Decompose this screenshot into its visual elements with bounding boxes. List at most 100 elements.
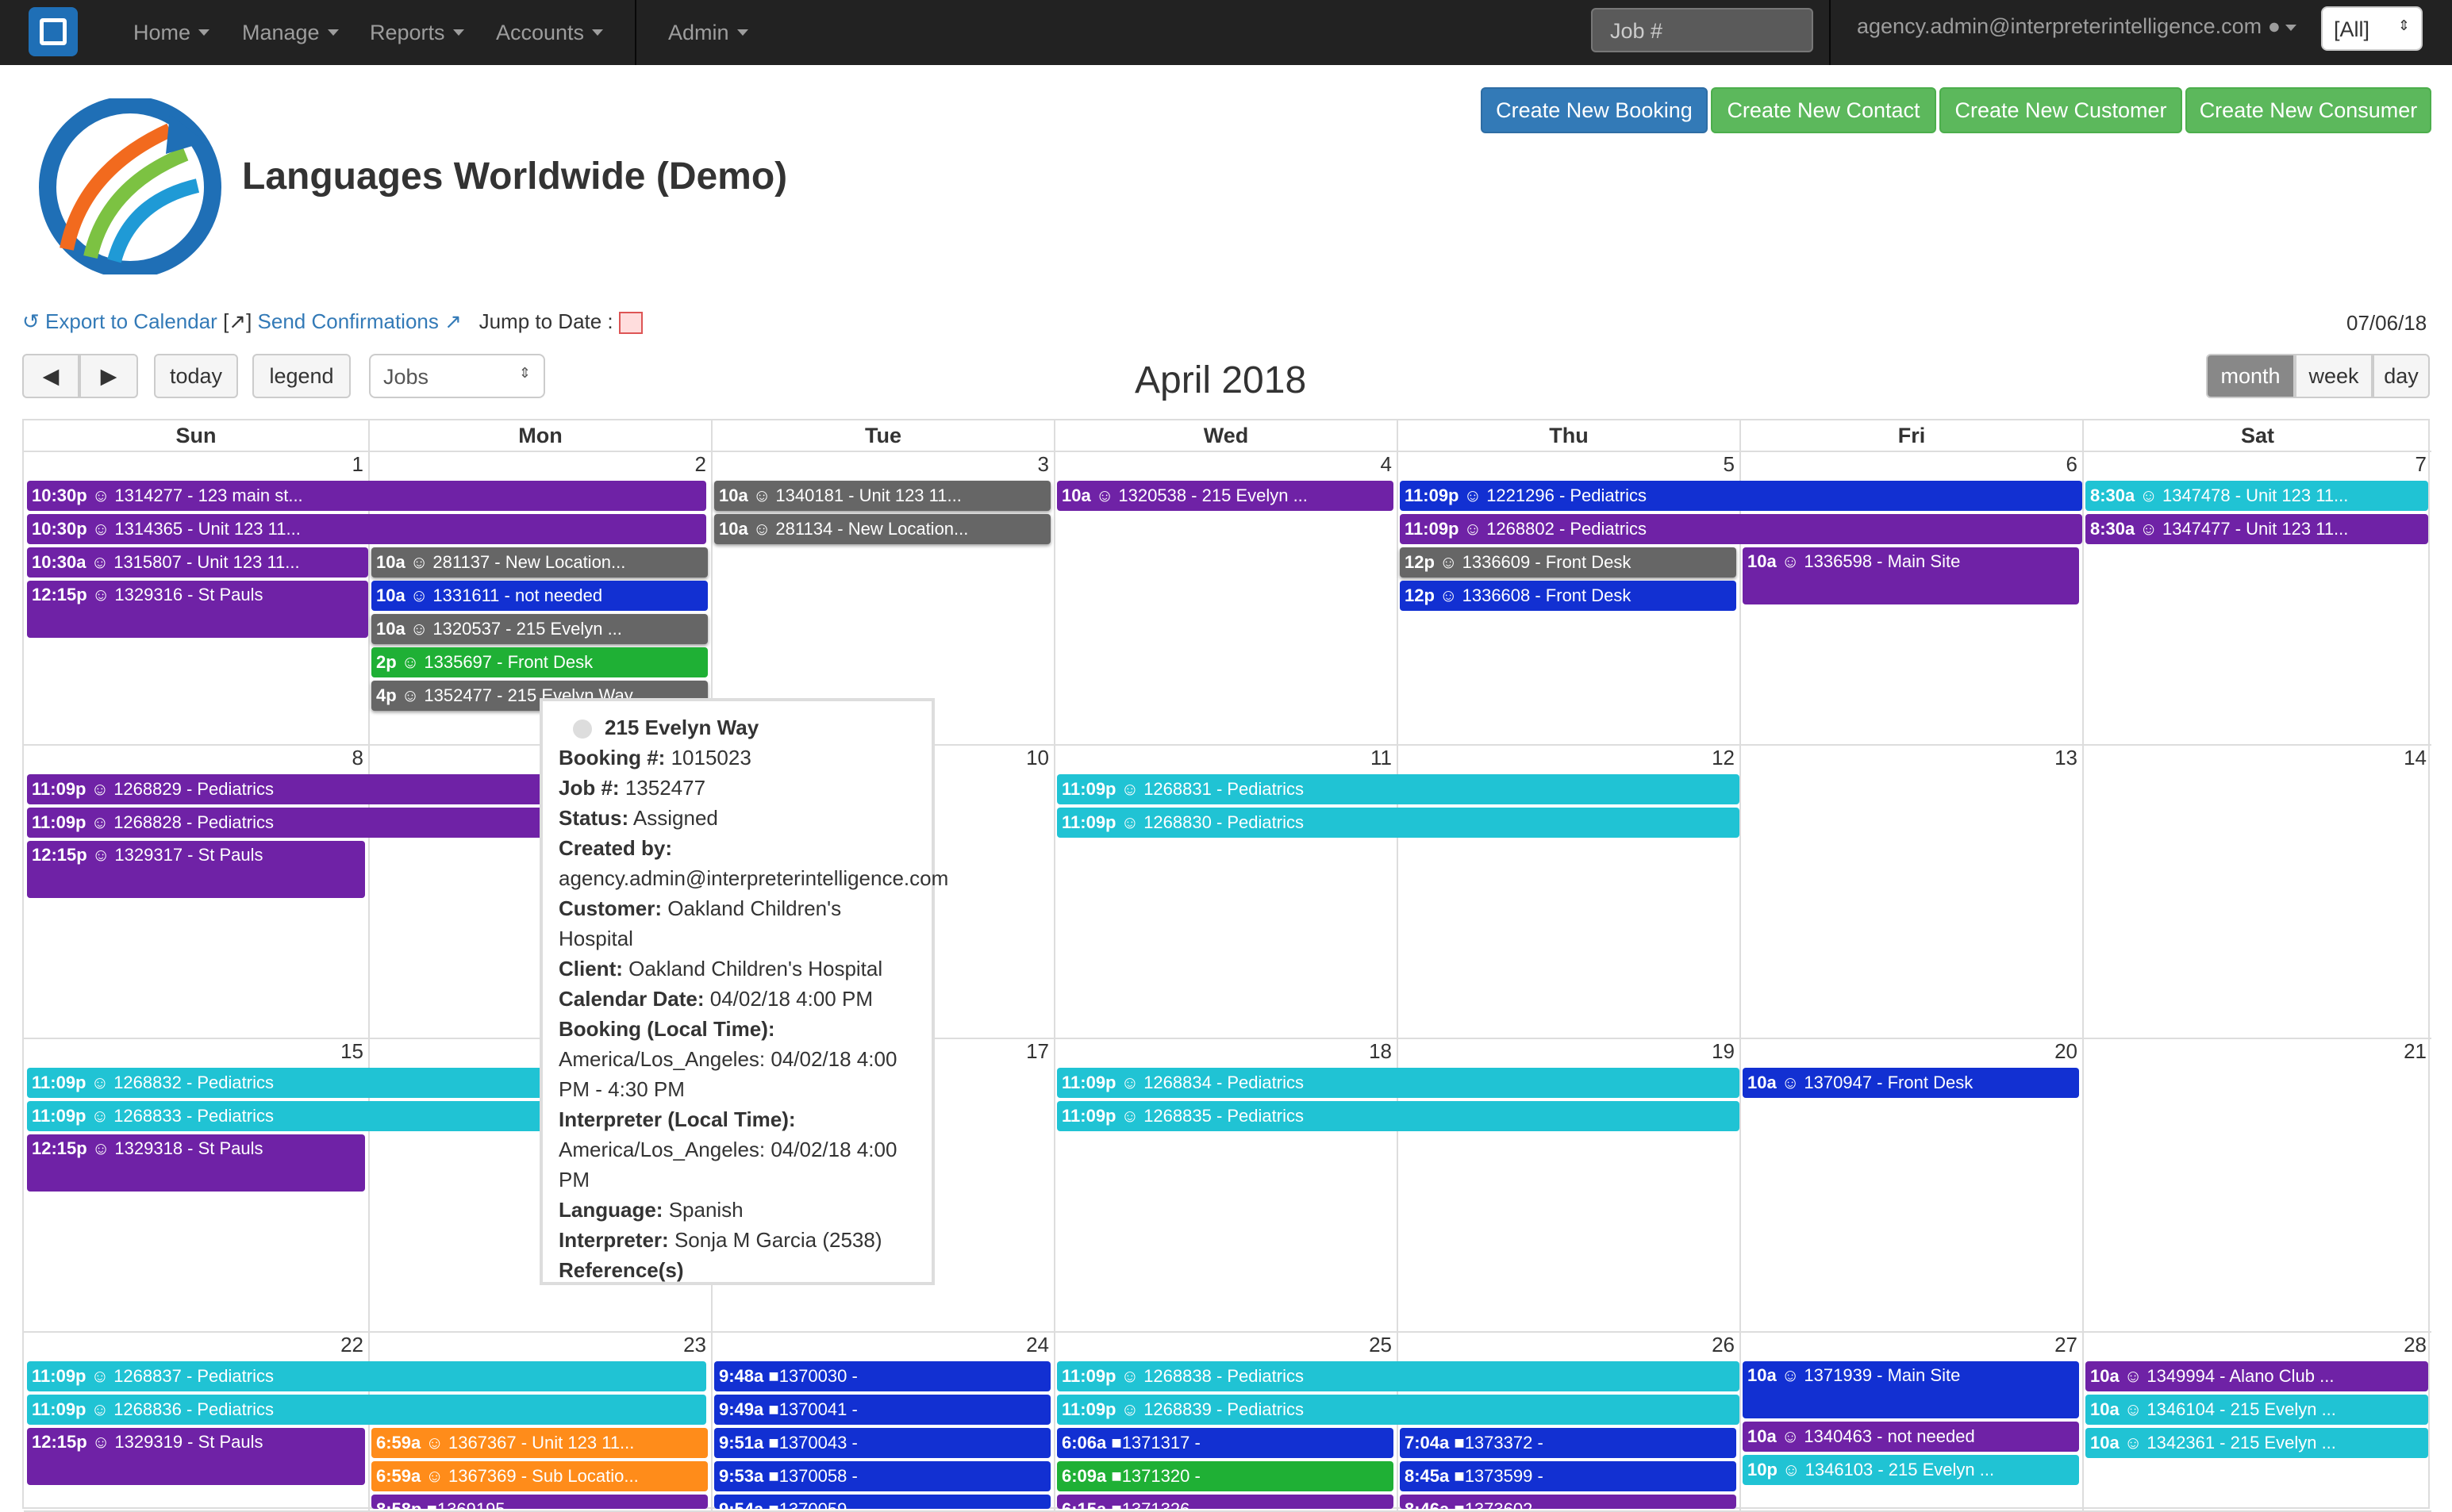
calendar-event[interactable]: 11:09p ☺ 1268828 - Pediatrics	[27, 808, 548, 838]
day-number[interactable]: 4	[1363, 452, 1392, 477]
calendar-event[interactable]: 10a ☺ 1336598 - Main Site	[1743, 547, 2079, 604]
day-number[interactable]: 3	[1020, 452, 1049, 477]
calendar-event[interactable]: 11:09p ☺ 1268838 - Pediatrics	[1057, 1361, 1739, 1391]
prev-button[interactable]: ◀	[22, 354, 79, 398]
calendar-event[interactable]: 10a ☺ 281137 - New Location...	[371, 547, 708, 578]
day-number[interactable]: 12	[1706, 746, 1735, 770]
app-logo[interactable]	[29, 7, 78, 56]
calendar-event[interactable]: 10:30p ☺ 1314277 - 123 main st...	[27, 481, 706, 511]
calendar-event[interactable]: 8:30a ☺ 1347478 - Unit 123 11...	[2085, 481, 2428, 511]
calendar-event[interactable]: 9:53a ■1370058 -	[714, 1461, 1051, 1491]
calendar-event[interactable]: 10a ☺ 1320537 - 215 Evelyn ...	[371, 614, 708, 644]
day-number[interactable]: 23	[678, 1333, 706, 1357]
day-number[interactable]: 8	[335, 746, 363, 770]
calendar-icon[interactable]	[618, 312, 643, 335]
calendar-event[interactable]: 11:09p ☺ 1268802 - Pediatrics	[1400, 514, 2082, 544]
day-number[interactable]: 7	[2398, 452, 2427, 477]
calendar-event[interactable]: 11:09p ☺ 1268831 - Pediatrics	[1057, 774, 1739, 804]
week-view-button[interactable]: week	[2295, 354, 2373, 398]
calendar-event[interactable]: 10a ☺ 1346104 - 215 Evelyn ...	[2085, 1395, 2428, 1425]
calendar-event[interactable]: 10p ☺ 1346103 - 215 Evelyn ...	[1743, 1455, 2079, 1485]
create-contact-button[interactable]: Create New Contact	[1711, 87, 1936, 133]
nav-accounts[interactable]: Accounts	[496, 0, 604, 65]
calendar-event[interactable]: 10a ☺ 1342361 - 215 Evelyn ...	[2085, 1428, 2428, 1458]
calendar-event[interactable]: 12:15p ☺ 1329316 - St Pauls	[27, 581, 368, 638]
calendar-event[interactable]: 6:15a ■1371326 -	[1057, 1495, 1393, 1509]
calendar-event[interactable]: 10a ☺ 1340181 - Unit 123 11...	[714, 481, 1051, 511]
next-button[interactable]: ▶	[79, 354, 138, 398]
calendar-event[interactable]: 11:09p ☺ 1268832 - Pediatrics	[27, 1068, 548, 1098]
export-calendar-link[interactable]: Export to Calendar	[45, 309, 217, 333]
calendar-event[interactable]: 11:09p ☺ 1268829 - Pediatrics	[27, 774, 548, 804]
day-number[interactable]: 19	[1706, 1039, 1735, 1064]
calendar-event[interactable]: 6:06a ■1371317 -	[1057, 1428, 1393, 1458]
calendar-event[interactable]: 7:04a ■1373372 -	[1400, 1428, 1736, 1458]
month-view-button[interactable]: month	[2206, 354, 2295, 398]
day-number[interactable]: 26	[1706, 1333, 1735, 1357]
calendar-event[interactable]: 10:30p ☺ 1314365 - Unit 123 11...	[27, 514, 706, 544]
create-consumer-button[interactable]: Create New Consumer	[2185, 87, 2431, 133]
calendar-event[interactable]: 12p ☺ 1336608 - Front Desk	[1400, 581, 1736, 611]
calendar-event[interactable]: 8:45a ■1373599 -	[1400, 1461, 1736, 1491]
calendar-event[interactable]: 8:58p ■1369195 -	[371, 1495, 708, 1509]
calendar-event[interactable]: 8:30a ☺ 1347477 - Unit 123 11...	[2085, 514, 2428, 544]
day-number[interactable]: 15	[335, 1039, 363, 1064]
day-number[interactable]: 13	[2049, 746, 2077, 770]
day-number[interactable]: 1	[335, 452, 363, 477]
day-number[interactable]: 27	[2049, 1333, 2077, 1357]
calendar-event[interactable]: 10a ☺ 281134 - New Location...	[714, 514, 1051, 544]
calendar-event[interactable]: 10a ☺ 1340463 - not needed	[1743, 1422, 2079, 1452]
calendar-event[interactable]: 9:49a ■1370041 -	[714, 1395, 1051, 1425]
day-number[interactable]: 25	[1363, 1333, 1392, 1357]
calendar-event[interactable]: 6:59a ☺ 1367367 - Unit 123 11...	[371, 1428, 708, 1458]
job-search-input[interactable]: Job #	[1591, 8, 1813, 52]
jobs-select[interactable]: Jobs ⇕	[369, 354, 545, 398]
user-menu[interactable]: agency.admin@interpreterintelligence.com…	[1857, 14, 2296, 39]
day-number[interactable]: 2	[678, 452, 706, 477]
create-customer-button[interactable]: Create New Customer	[1939, 87, 2182, 133]
all-select[interactable]: [All] ⇕	[2321, 6, 2423, 51]
calendar-event[interactable]: 11:09p ☺ 1268835 - Pediatrics	[1057, 1101, 1739, 1131]
calendar-event[interactable]: 9:51a ■1370043 -	[714, 1428, 1051, 1458]
day-number[interactable]: 6	[2049, 452, 2077, 477]
calendar-event[interactable]: 10a ☺ 1349994 - Alano Club ...	[2085, 1361, 2428, 1391]
calendar-event[interactable]: 6:59a ☺ 1367369 - Sub Locatio...	[371, 1461, 708, 1491]
day-view-button[interactable]: day	[2373, 354, 2430, 398]
calendar-event[interactable]: 12:15p ☺ 1329317 - St Pauls	[27, 841, 365, 898]
day-number[interactable]: 28	[2398, 1333, 2427, 1357]
calendar-event[interactable]: 10a ☺ 1320538 - 215 Evelyn ...	[1057, 481, 1393, 511]
calendar-event[interactable]: 10a ☺ 1370947 - Front Desk	[1743, 1068, 2079, 1098]
day-number[interactable]: 21	[2398, 1039, 2427, 1064]
nav-admin[interactable]: Admin	[668, 0, 748, 65]
legend-button[interactable]: legend	[252, 354, 351, 398]
day-number[interactable]: 20	[2049, 1039, 2077, 1064]
calendar-event[interactable]: 10a ☺ 1371939 - Main Site	[1743, 1361, 2079, 1418]
calendar-event[interactable]: 12:15p ☺ 1329319 - St Pauls	[27, 1428, 365, 1485]
send-confirmations-link[interactable]: Send Confirmations	[258, 309, 439, 333]
calendar-event[interactable]: 8:46a ■1373602 -	[1400, 1495, 1736, 1509]
nav-manage[interactable]: Manage	[242, 0, 339, 65]
calendar-event[interactable]: 11:09p ☺ 1221296 - Pediatrics	[1400, 481, 2082, 511]
day-number[interactable]: 18	[1363, 1039, 1392, 1064]
day-number[interactable]: 14	[2398, 746, 2427, 770]
calendar-event[interactable]: 11:09p ☺ 1268830 - Pediatrics	[1057, 808, 1739, 838]
calendar-event[interactable]: 6:09a ■1371320 -	[1057, 1461, 1393, 1491]
calendar-event[interactable]: 11:09p ☺ 1268834 - Pediatrics	[1057, 1068, 1739, 1098]
calendar-event[interactable]: 11:09p ☺ 1268837 - Pediatrics	[27, 1361, 706, 1391]
day-number[interactable]: 5	[1706, 452, 1735, 477]
calendar-event[interactable]: 9:48a ■1370030 -	[714, 1361, 1051, 1391]
day-number[interactable]: 17	[1020, 1039, 1049, 1064]
calendar-event[interactable]: 11:09p ☺ 1268836 - Pediatrics	[27, 1395, 706, 1425]
calendar-event[interactable]: 12:15p ☺ 1329318 - St Pauls	[27, 1134, 365, 1192]
calendar-event[interactable]: 10a ☺ 1331611 - not needed	[371, 581, 708, 611]
day-number[interactable]: 22	[335, 1333, 363, 1357]
today-button[interactable]: today	[154, 354, 238, 398]
day-number[interactable]: 24	[1020, 1333, 1049, 1357]
calendar-event[interactable]: 11:09p ☺ 1268833 - Pediatrics	[27, 1101, 548, 1131]
nav-reports[interactable]: Reports	[370, 0, 464, 65]
calendar-event[interactable]: 2p ☺ 1335697 - Front Desk	[371, 647, 708, 677]
calendar-event[interactable]: 9:54a ■1370059 -	[714, 1495, 1051, 1509]
create-booking-button[interactable]: Create New Booking	[1481, 87, 1708, 133]
nav-home[interactable]: Home	[133, 0, 210, 65]
calendar-event[interactable]: 12p ☺ 1336609 - Front Desk	[1400, 547, 1736, 578]
